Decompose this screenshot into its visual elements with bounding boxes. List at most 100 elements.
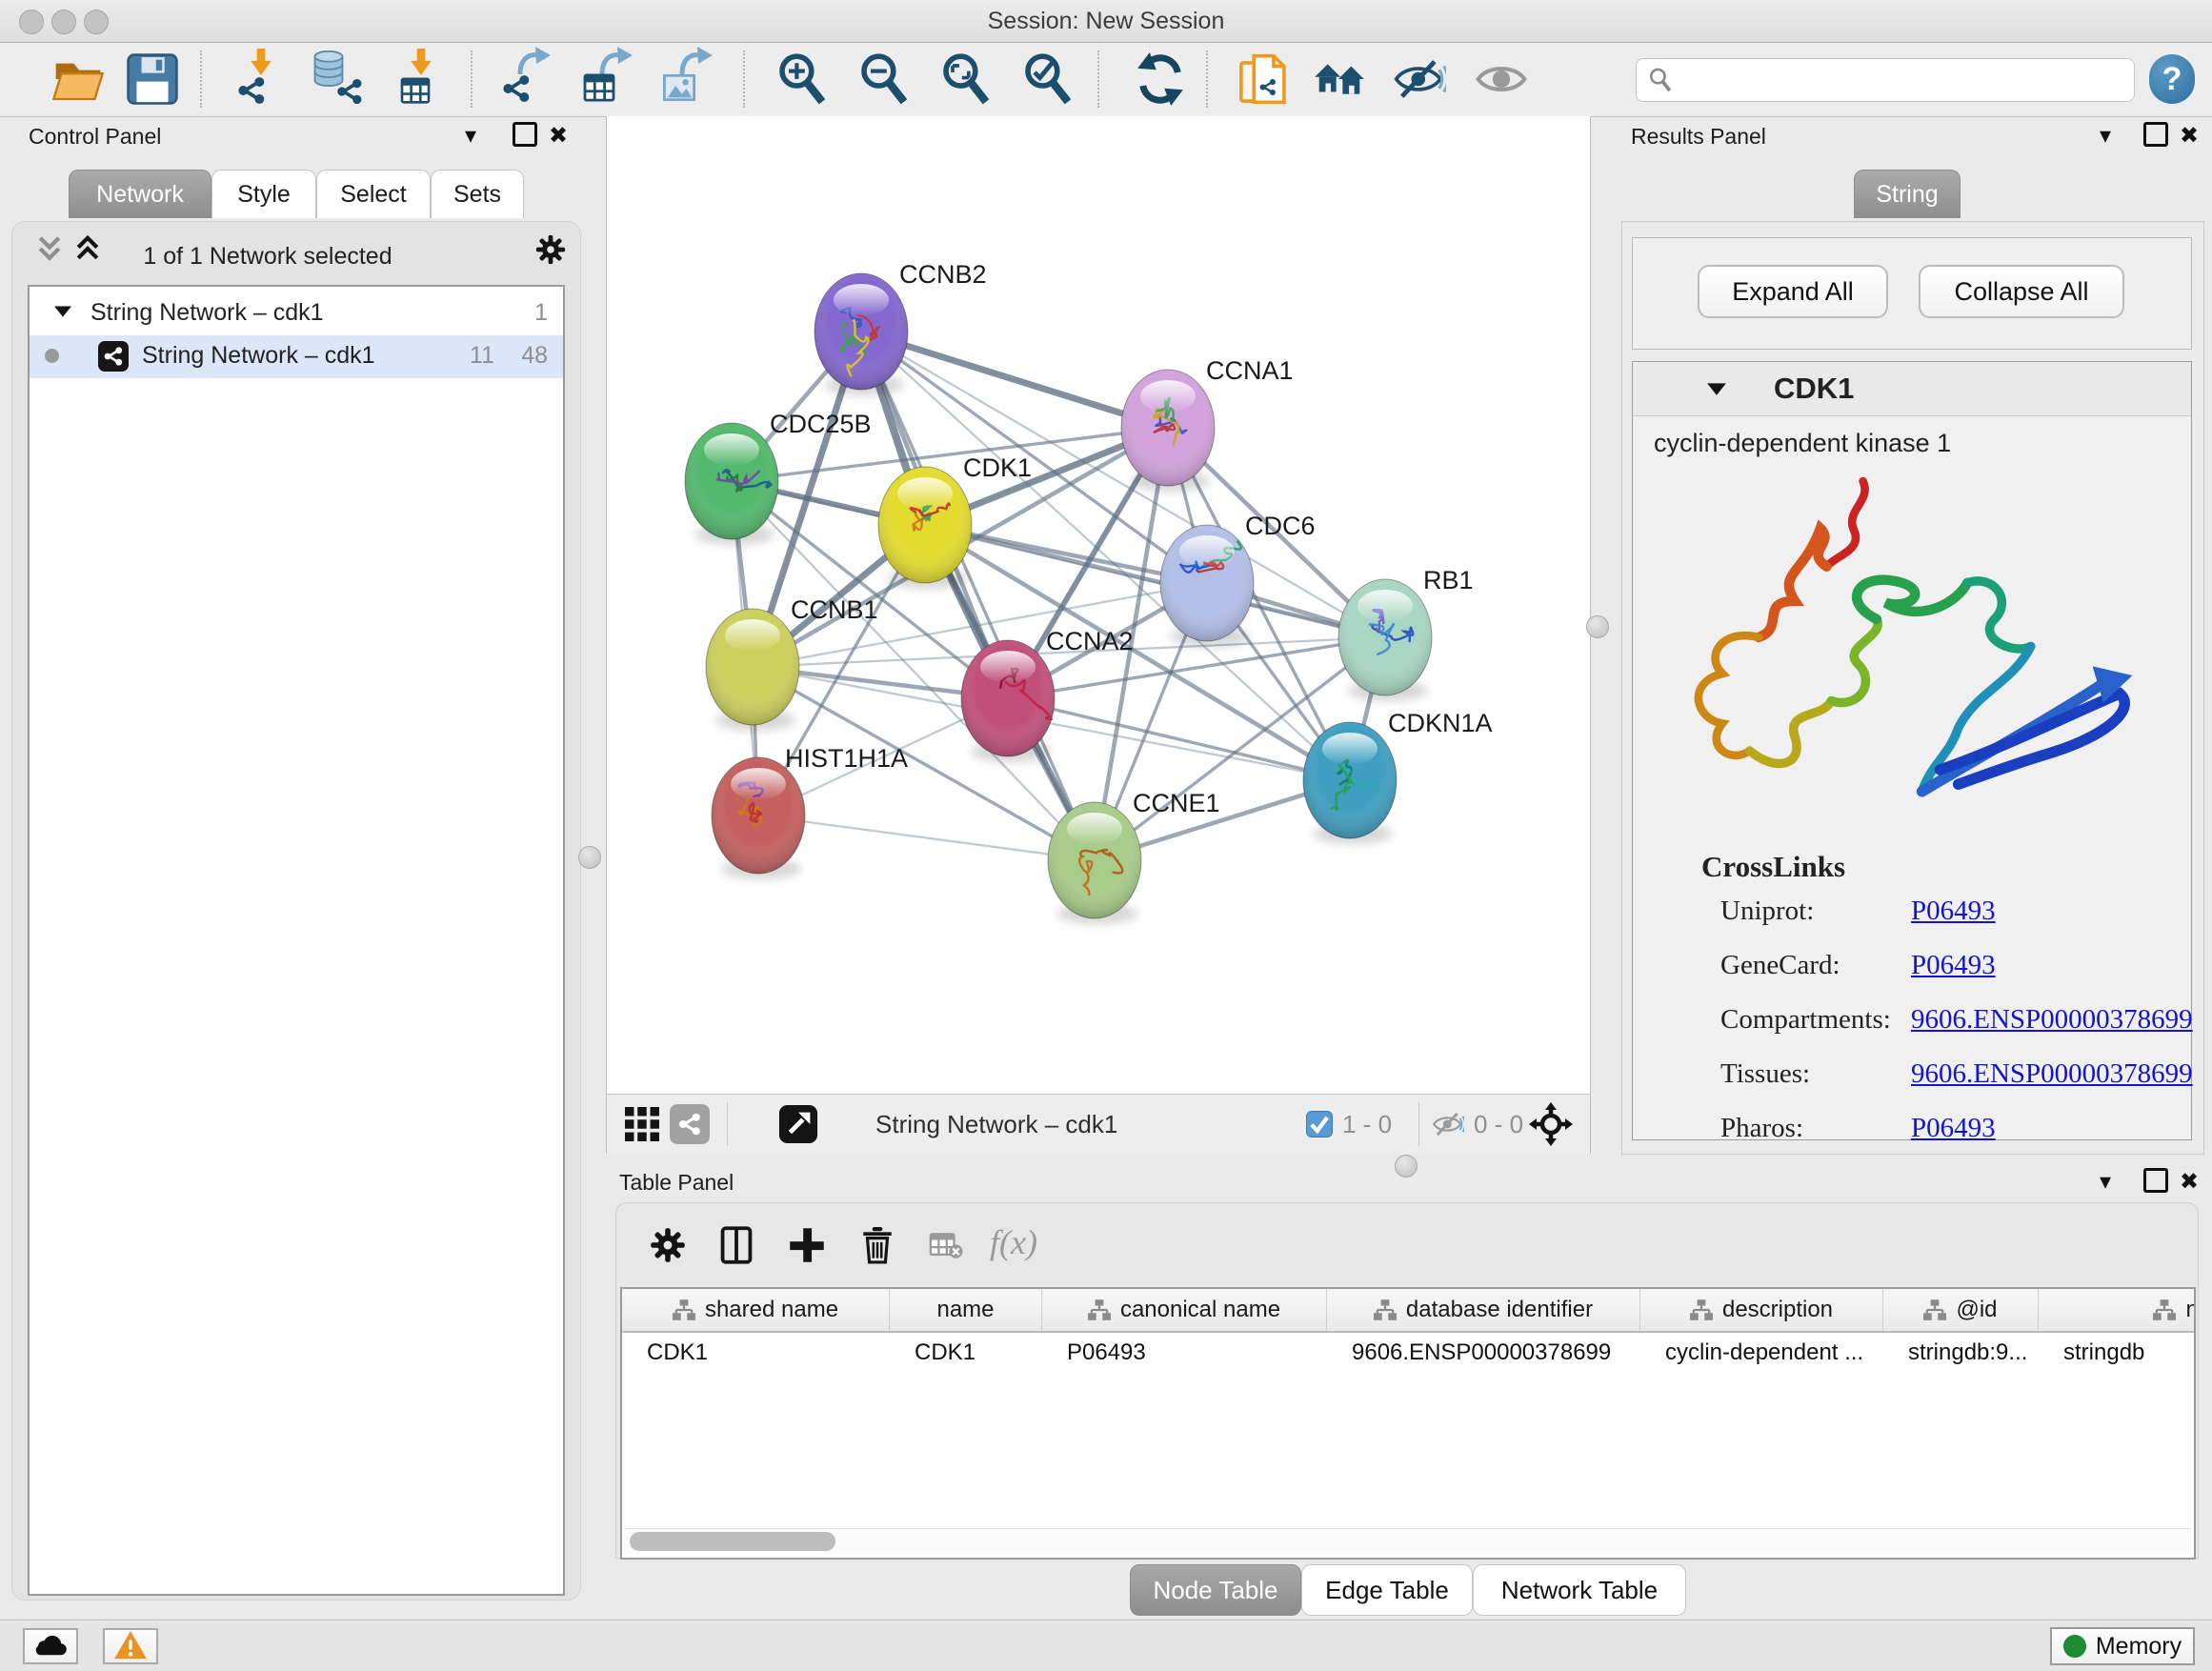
network-node-CCNA2[interactable]: CCNA2 — [961, 627, 1134, 762]
zoom-out-button[interactable] — [857, 52, 911, 106]
string-view-button[interactable] — [670, 1104, 710, 1144]
network-node-CCNA1[interactable]: CCNA1 — [1121, 356, 1294, 492]
search-input[interactable] — [1680, 66, 2122, 94]
delete-column-button[interactable] — [853, 1220, 902, 1270]
selected-nodes-checkbox-icon[interactable] — [1306, 1111, 1333, 1137]
open-session-button[interactable] — [51, 52, 105, 106]
network-tree: String Network – cdk1 1 String Network –… — [28, 285, 565, 1596]
tab-network-table[interactable]: Network Table — [1473, 1564, 1686, 1616]
crosslink-link[interactable]: P06493 — [1911, 1113, 1996, 1144]
cell-id: stringdb:9... — [1883, 1333, 2039, 1373]
delete-table-button[interactable] — [921, 1220, 971, 1270]
network-node-CCNE1[interactable]: CCNE1 — [1048, 789, 1220, 924]
namespace-icon — [673, 1299, 695, 1320]
tab-sets[interactable]: Sets — [431, 170, 524, 218]
control-panel-float-button[interactable] — [513, 122, 537, 154]
string-copy-network-button[interactable] — [1237, 52, 1290, 106]
namespace-icon — [1923, 1299, 1946, 1320]
function-builder-button[interactable]: f(x) — [990, 1222, 1037, 1262]
grid-view-button[interactable] — [622, 1104, 662, 1144]
birds-eye-view-button[interactable] — [778, 1104, 818, 1144]
protein-expand-icon[interactable] — [1707, 383, 1726, 395]
control-panel-close-button[interactable]: ✖ — [549, 122, 568, 151]
export-table-button[interactable] — [581, 52, 634, 106]
network-node-RB1[interactable]: RB1 — [1338, 566, 1474, 701]
bottom-splitter-grip[interactable] — [1395, 1155, 1418, 1178]
crosslink-link[interactable]: P06493 — [1911, 950, 1996, 981]
warnings-button[interactable] — [103, 1628, 158, 1664]
export-image-button[interactable] — [661, 52, 714, 106]
control-panel-menu-button[interactable]: ▾ — [465, 122, 476, 151]
crosslink-link[interactable]: P06493 — [1911, 896, 1996, 927]
network-node-CDC25B[interactable]: CDC25B — [685, 410, 872, 545]
table-settings-gear-button[interactable] — [643, 1220, 693, 1270]
results-panel-close-button[interactable]: ✖ — [2180, 122, 2199, 151]
pan-mode-button[interactable] — [1529, 1102, 1573, 1146]
collapse-all-button[interactable]: Collapse All — [1919, 265, 2124, 318]
crosslink-label: Tissues: — [1720, 1058, 1810, 1089]
cell-database-identifier: 9606.ENSP00000378699 — [1327, 1333, 1640, 1373]
horizontal-scrollbar[interactable] — [624, 1528, 2190, 1554]
home-networks-button[interactable] — [1313, 52, 1366, 106]
column-header[interactable]: canonical name — [1042, 1289, 1327, 1331]
expand-all-button[interactable]: Expand All — [1698, 265, 1888, 318]
zoom-selected-button[interactable] — [1021, 52, 1075, 106]
column-header[interactable]: name — [890, 1289, 1042, 1331]
network-row-selected[interactable]: String Network – cdk1 11 48 — [30, 335, 563, 378]
help-button[interactable]: ? — [2149, 54, 2195, 104]
network-collection-row[interactable]: String Network – cdk1 1 — [30, 292, 563, 335]
network-node-HIST1H1A[interactable]: HIST1H1A — [712, 744, 908, 879]
table-panel-menu-button[interactable]: ▾ — [2100, 1168, 2111, 1197]
save-session-button[interactable] — [126, 52, 179, 106]
network-canvas[interactable]: CCNB2CCNA1CDC25BCDK1CDC6RB1CCNB1CCNA2CDK… — [606, 116, 1591, 1094]
column-header[interactable]: description — [1640, 1289, 1883, 1331]
network-node-CDC6[interactable]: CDC6 — [1160, 512, 1316, 647]
network-node-CCNB2[interactable]: CCNB2 — [814, 260, 987, 395]
memory-button[interactable]: Memory — [2050, 1627, 2195, 1665]
show-columns-button[interactable] — [712, 1220, 761, 1270]
table-panel-close-button[interactable]: ✖ — [2180, 1168, 2199, 1197]
table-row[interactable]: CDK1 CDK1 P06493 9606.ENSP00000378699 cy… — [622, 1333, 2196, 1373]
cloud-icon — [32, 1632, 69, 1659]
column-header[interactable]: shared name — [622, 1289, 890, 1331]
import-network-from-database-button[interactable] — [311, 52, 364, 106]
tab-edge-table[interactable]: Edge Table — [1301, 1564, 1473, 1616]
zoom-in-button[interactable] — [775, 52, 829, 106]
current-network-dot — [45, 349, 59, 363]
node-label: CCNB1 — [791, 595, 878, 624]
tab-select[interactable]: Select — [316, 170, 431, 218]
zoom-fit-button[interactable] — [939, 52, 993, 106]
results-panel-float-button[interactable] — [2143, 122, 2168, 154]
refresh-button[interactable] — [1134, 52, 1187, 106]
hide-unhide-button[interactable] — [1393, 52, 1446, 106]
right-splitter-grip[interactable] — [1586, 615, 1609, 638]
column-header[interactable]: namespace — [2039, 1289, 2196, 1331]
crosslink-link[interactable]: 9606.ENSP00000378699 — [1911, 1058, 2193, 1090]
tab-string-results[interactable]: String — [1854, 170, 1961, 218]
column-header[interactable]: @id — [1883, 1289, 2039, 1331]
import-table-button[interactable] — [394, 52, 448, 106]
network-options-gear-button[interactable] — [534, 233, 567, 273]
tab-style[interactable]: Style — [211, 170, 316, 218]
column-header[interactable]: database identifier — [1327, 1289, 1640, 1331]
tab-network[interactable]: Network — [69, 170, 211, 218]
tab-node-table[interactable]: Node Table — [1130, 1564, 1301, 1616]
control-panel-title: Control Panel — [29, 124, 161, 150]
add-column-button[interactable] — [782, 1220, 832, 1270]
left-splitter-grip[interactable] — [578, 846, 601, 869]
network-node-CDKN1A[interactable]: CDKN1A — [1303, 709, 1493, 844]
show-view-button[interactable] — [1475, 52, 1528, 106]
protein-card-header[interactable]: CDK1 — [1633, 362, 2191, 416]
node-label: CDC6 — [1245, 512, 1316, 540]
results-panel-title: Results Panel — [1631, 124, 1766, 150]
crosslink-link[interactable]: 9606.ENSP00000378699 — [1911, 1004, 2193, 1036]
table-panel-body: f(x) shared name name canonical name dat… — [615, 1202, 2199, 1559]
cloud-status-button[interactable] — [23, 1628, 78, 1664]
export-network-button[interactable] — [499, 52, 553, 106]
import-network-button[interactable] — [234, 52, 288, 106]
results-panel-menu-button[interactable]: ▾ — [2100, 122, 2111, 151]
scrollbar-thumb[interactable] — [630, 1532, 835, 1551]
network-graph: CCNB2CCNA1CDC25BCDK1CDC6RB1CCNB1CCNA2CDK… — [607, 116, 1590, 1094]
table-panel-float-button[interactable] — [2143, 1168, 2168, 1200]
collection-expand-icon[interactable] — [54, 306, 71, 317]
